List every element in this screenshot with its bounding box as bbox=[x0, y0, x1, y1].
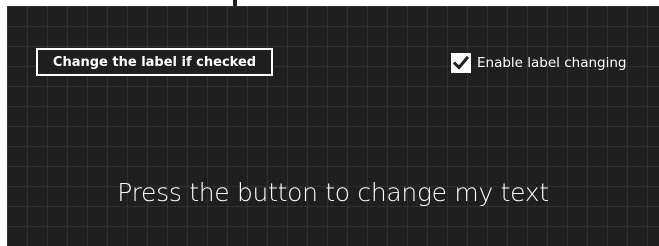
app-canvas: Change the label if checked Enable label… bbox=[7, 6, 659, 246]
checkbox-label: Enable label changing bbox=[477, 55, 627, 71]
checkmark-icon bbox=[452, 55, 470, 70]
enable-label-changing-checkbox[interactable]: Enable label changing bbox=[451, 52, 626, 74]
checkbox-box[interactable] bbox=[451, 53, 471, 73]
change-label-button[interactable]: Change the label if checked bbox=[36, 48, 273, 76]
display-text: Press the button to change my text bbox=[117, 178, 549, 207]
